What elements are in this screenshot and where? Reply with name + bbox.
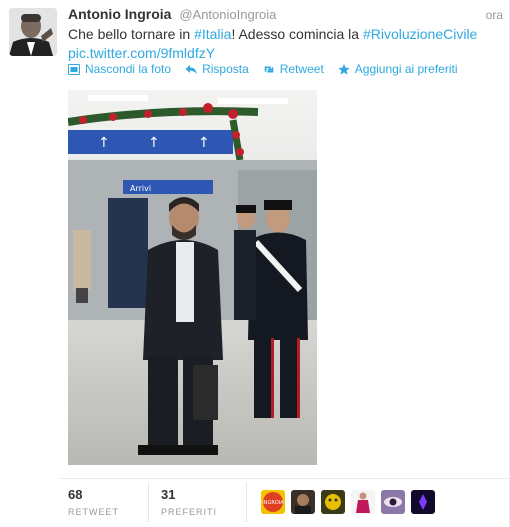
- retweeter-avatar[interactable]: [381, 490, 406, 514]
- retweet-label: Retweet: [279, 62, 324, 76]
- reply-button[interactable]: Risposta: [185, 62, 249, 76]
- hide-photo-button[interactable]: Nascondi la foto: [68, 62, 171, 76]
- retweeter-avatar[interactable]: INGROIA: [261, 490, 286, 514]
- favorite-button[interactable]: Aggiungi ai preferiti: [338, 62, 458, 76]
- hide-photo-label: Nascondi la foto: [85, 62, 172, 76]
- author-name[interactable]: Antonio Ingroia: [68, 6, 171, 22]
- reply-icon: [185, 64, 197, 74]
- retweet-button[interactable]: Retweet: [263, 62, 324, 76]
- reply-label: Risposta: [202, 62, 249, 76]
- retweeter-avatar[interactable]: [291, 490, 316, 514]
- tweet-stats: 68 RETWEET 31 PREFERITI INGROIA: [68, 482, 436, 522]
- hashtag-rivoluzione-civile[interactable]: #RivoluzioneCivile: [363, 26, 477, 42]
- photo-icon: [68, 63, 80, 75]
- retweeter-avatar[interactable]: [411, 490, 436, 514]
- retweet-count-value: 68: [68, 487, 83, 502]
- photo-sign-text: Arrivi: [130, 184, 151, 193]
- tweet-text-part: ! Adesso comincia la: [231, 26, 363, 42]
- favorite-label: Aggiungi ai preferiti: [354, 62, 458, 76]
- face-logo-text: INGROIA: [262, 500, 284, 506]
- stats-divider: [60, 478, 509, 479]
- svg-text:↑: ↑: [198, 135, 210, 151]
- star-icon: [338, 63, 350, 75]
- tweet-photo[interactable]: ↑ ↑ ↑ Arrivi: [68, 90, 317, 465]
- retweet-count-label: RETWEET: [68, 507, 119, 517]
- stats-separator: [246, 482, 248, 522]
- favorite-count[interactable]: 31 PREFERITI: [161, 487, 233, 517]
- tweet-timestamp[interactable]: ora: [486, 8, 503, 22]
- retweeter-avatar[interactable]: [321, 490, 346, 514]
- retweet-count[interactable]: 68 RETWEET: [68, 487, 135, 517]
- tweet-actions: Nascondi la foto Risposta Retweet Aggiun…: [68, 62, 458, 76]
- tweet-text-part: Che bello tornare in: [68, 26, 195, 42]
- retweeter-avatars: INGROIA: [261, 490, 436, 514]
- retweeter-avatar[interactable]: [351, 490, 376, 514]
- retweet-icon: [264, 66, 274, 72]
- stats-separator: [148, 482, 149, 522]
- tweet-text: Che bello tornare in #Italia! Adesso com…: [68, 25, 498, 63]
- favorite-count-value: 31: [161, 487, 176, 502]
- author-handle[interactable]: @AntonioIngroia: [179, 7, 276, 22]
- tweet-card: Antonio Ingroia @AntonioIngroia ora Che …: [0, 0, 510, 527]
- avatar[interactable]: [9, 8, 57, 56]
- hashtag-italia[interactable]: #Italia: [194, 26, 231, 42]
- svg-text:↑: ↑: [148, 135, 160, 151]
- svg-text:↑: ↑: [98, 135, 110, 151]
- photo-link[interactable]: pic.twitter.com/9fmldfzY: [68, 45, 215, 61]
- tweet-header: Antonio Ingroia @AntonioIngroia: [68, 6, 276, 22]
- favorite-count-label: PREFERITI: [161, 507, 218, 517]
